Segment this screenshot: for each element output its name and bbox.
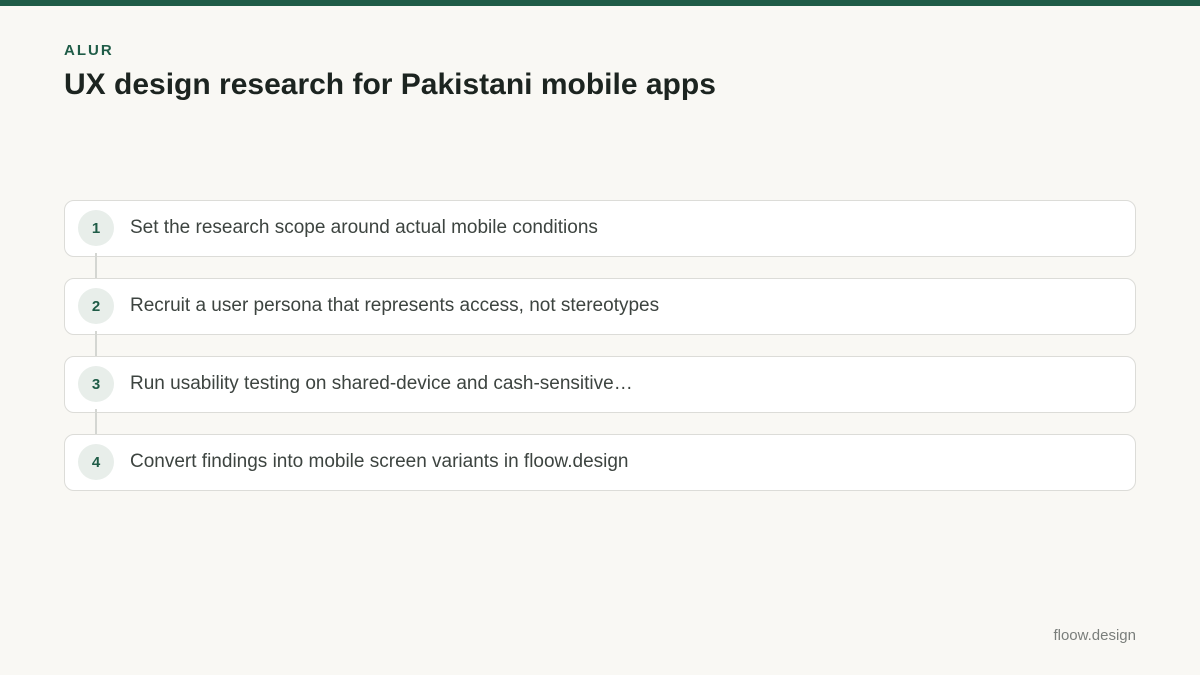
step-card-4: 4 Convert findings into mobile screen va…	[64, 434, 1136, 491]
step-text: Convert findings into mobile screen vari…	[130, 451, 629, 472]
step-card-2: 2 Recruit a user persona that represents…	[64, 278, 1136, 335]
section-eyebrow: ALUR	[64, 42, 114, 59]
step-connector-line	[95, 253, 97, 278]
step-connector-line	[95, 331, 97, 356]
step-connector-line	[95, 409, 97, 434]
step-text: Set the research scope around actual mob…	[130, 217, 598, 238]
step-text: Run usability testing on shared-device a…	[130, 373, 633, 394]
step-text: Recruit a user persona that represents a…	[130, 295, 660, 316]
step-number-badge: 2	[78, 288, 114, 324]
footer-brand: floow.design	[1053, 627, 1136, 644]
steps-list: 1 Set the research scope around actual m…	[64, 200, 1136, 512]
page-title: UX design research for Pakistani mobile …	[64, 68, 716, 101]
step-number-badge: 3	[78, 366, 114, 402]
top-accent-bar	[0, 0, 1200, 6]
step-number-badge: 1	[78, 210, 114, 246]
step-number-badge: 4	[78, 444, 114, 480]
step-card-3: 3 Run usability testing on shared-device…	[64, 356, 1136, 413]
step-card-1: 1 Set the research scope around actual m…	[64, 200, 1136, 257]
